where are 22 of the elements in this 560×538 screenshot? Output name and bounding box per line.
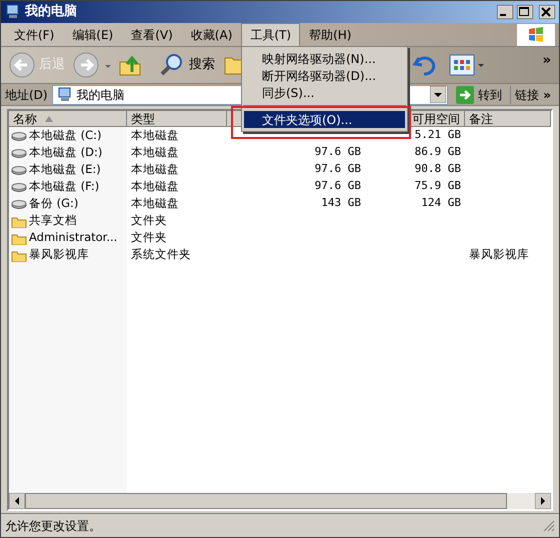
total-size: 97.6 GB <box>314 162 361 176</box>
file-type: 系统文件夹 <box>131 246 191 261</box>
file-type: 本地磁盘 <box>131 162 179 176</box>
back-label: 后退 <box>39 56 65 74</box>
free-space: 124 GB <box>421 196 461 210</box>
file-type: 本地磁盘 <box>131 144 179 159</box>
free-space: 86.9 GB <box>414 145 461 158</box>
file-type: 文件夹 <box>131 212 167 227</box>
file-type: 文件夹 <box>131 230 167 244</box>
total-size: 97.6 GB <box>314 179 361 192</box>
total-size: 143 GB <box>321 196 361 210</box>
comment: 暴风影视库 <box>469 246 529 261</box>
address-label: 地址(D) <box>5 86 48 104</box>
file-type: 本地磁盘 <box>131 196 179 210</box>
free-space: 90.8 GB <box>414 162 461 176</box>
status-text: 允许您更改设置。 <box>5 518 102 534</box>
free-space: 75.9 GB <box>414 179 461 192</box>
window-title: 我的电脑 <box>25 2 78 22</box>
total-size: 97.6 GB <box>314 145 361 158</box>
file-type: 本地磁盘 <box>131 178 179 193</box>
free-space: 5.21 GB <box>414 128 461 142</box>
file-type: 本地磁盘 <box>131 128 179 142</box>
